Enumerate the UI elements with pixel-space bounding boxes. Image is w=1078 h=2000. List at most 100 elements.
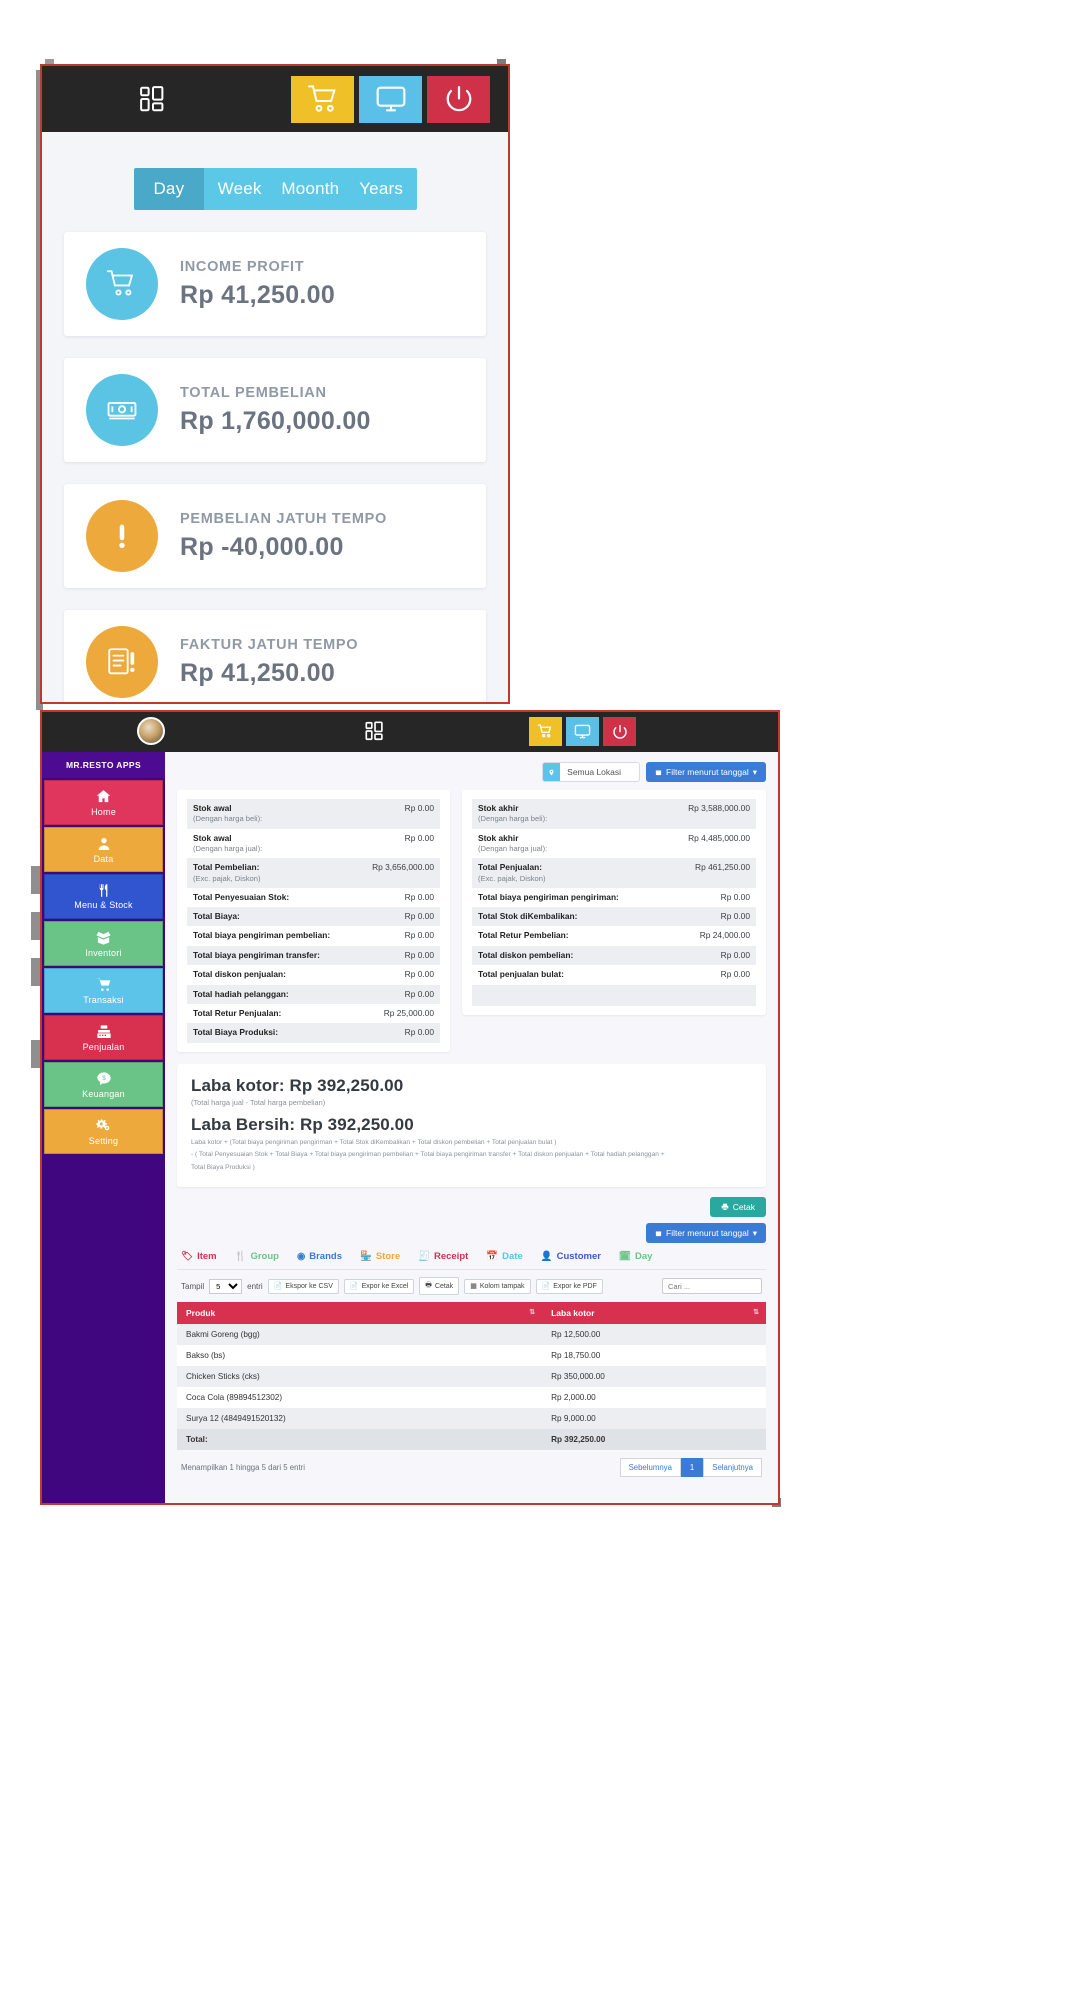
show-entries-label: Tampil (181, 1281, 205, 1291)
pagination-page-1[interactable]: 1 (680, 1458, 704, 1478)
table-row[interactable]: Chicken Sticks (cks) Rp 350,000.00 (177, 1366, 766, 1388)
shopping-cart-icon (86, 248, 158, 320)
tab-day[interactable]: 🗓 Day (619, 1251, 653, 1262)
sidebar-item-penjualan[interactable]: Penjualan (44, 1015, 163, 1060)
summary-row-value: Rp 0.00 (720, 891, 750, 902)
location-selector[interactable]: Semua Lokasi (542, 762, 641, 782)
segment-month[interactable]: Moonth (275, 168, 346, 210)
stat-card-income-profit[interactable]: INCOME PROFIT Rp 41,250.00 (64, 232, 486, 336)
table-row[interactable]: Surya 12 (4849491520132) Rp 9,000.00 (177, 1408, 766, 1430)
summary-row-empty (472, 984, 756, 1006)
display-button[interactable] (566, 717, 599, 746)
column-header-laba-kotor[interactable]: Laba kotor ⇅ (542, 1302, 766, 1325)
resize-handle-left-3[interactable] (31, 958, 40, 986)
power-button[interactable] (427, 75, 490, 123)
summary-row-value: Rp 3,588,000.00 (688, 803, 750, 813)
sidebar-item-inventori[interactable]: Inventori (44, 921, 163, 966)
search-input[interactable] (662, 1278, 762, 1295)
summary-row-sub: (Dengan harga beli): (193, 814, 263, 824)
display-button[interactable] (359, 75, 422, 123)
tab-label: Item (197, 1251, 217, 1263)
summary-row: Total Stok diKembalikan: Rp 0.00 (472, 907, 756, 927)
calendar-icon: 📅 (486, 1251, 499, 1263)
sidebar-item-home[interactable]: Home (44, 780, 163, 825)
tag-icon: 🏷 (181, 1251, 194, 1263)
summary-row-key: Total biaya pengiriman pengiriman: (478, 891, 619, 902)
sidebar-item-data[interactable]: Data (44, 827, 163, 872)
caret-down-icon: ▾ (752, 766, 757, 777)
segment-day[interactable]: Day (133, 168, 205, 210)
power-button[interactable] (603, 717, 636, 746)
export-excel-button[interactable]: 📄 Expor ke Excel (343, 1278, 415, 1294)
print-table-button[interactable]: 🖶 Cetak (419, 1277, 460, 1296)
segment-week[interactable]: Week (204, 168, 275, 210)
calendar-day-icon: 🗓 (618, 1251, 631, 1263)
tab-label: Store (375, 1251, 401, 1263)
summary-row-value: Rp 0.00 (404, 930, 434, 941)
summary-row-key: Total Retur Penjualan: (193, 1007, 282, 1018)
sidebar-item-menu-stock[interactable]: Menu & Stock (44, 874, 163, 919)
summary-row-sub: (Dengan harga jual): (193, 843, 263, 853)
sidebar-item-setting[interactable]: Setting (44, 1109, 163, 1154)
filter-by-date-button-2[interactable]: Filter menurut tanggal ▾ (646, 1223, 766, 1244)
summary-row: Total diskon penjualan: Rp 0.00 (187, 965, 440, 984)
sidebar-item-label: Setting (88, 1136, 119, 1146)
tab-item[interactable]: 🏷 Item (181, 1251, 217, 1262)
table-row[interactable]: Bakso (bs) Rp 18,750.00 (177, 1345, 766, 1367)
net-profit-formula-line-2: - ( Total Penyesuaian Stok + Total Biaya… (191, 1151, 665, 1159)
segment-years[interactable]: Years (345, 168, 417, 210)
column-visibility-button[interactable]: ▦ Kolom tampak (464, 1278, 531, 1294)
summary-row-key: Total Pembelian: (193, 862, 260, 873)
gears-icon (95, 1117, 112, 1134)
calendar-icon (655, 1230, 662, 1237)
filter-by-date-button[interactable]: Filter menurut tanggal ▾ (646, 762, 766, 782)
summary-panel-left: Stok awal (Dengan harga beli): Rp 0.00 St… (177, 790, 450, 1052)
summary-row-key: Total Biaya Produksi: (193, 1027, 279, 1038)
sidebar-item-transaksi[interactable]: Transaksi (44, 968, 163, 1013)
pagination-next[interactable]: Selanjutnya (703, 1458, 762, 1478)
pagination-prev[interactable]: Sebelumnya (619, 1458, 681, 1478)
app-main: MR.RESTO APPS Home Data Menu & Stock Inv… (42, 752, 778, 1503)
tab-label: Receipt (433, 1251, 469, 1263)
cart-button[interactable] (529, 717, 562, 746)
stat-card-total-pembelian[interactable]: TOTAL PEMBELIAN Rp 1,760,000.00 (64, 358, 486, 462)
stat-card-pembelian-jatuh-tempo[interactable]: PEMBELIAN JATUH TEMPO Rp -40,000.00 (64, 484, 486, 588)
tab-label: Day (634, 1251, 653, 1263)
cutlery-icon: 🍴 (234, 1251, 247, 1263)
tab-brands[interactable]: ◉ Brands (297, 1251, 342, 1262)
summary-row-key: Total Retur Pembelian: (478, 930, 569, 941)
sidebar-item-keuangan[interactable]: $ Keuangan (44, 1062, 163, 1107)
tab-store[interactable]: 🏪 Store (360, 1251, 400, 1262)
resize-handle-left-2[interactable] (31, 912, 40, 940)
resize-handle-left-4[interactable] (31, 1040, 40, 1068)
tab-label: Group (250, 1251, 279, 1263)
table-row[interactable]: Coca Cola (89894512302) Rp 2,000.00 (177, 1387, 766, 1409)
print-button-label: Cetak (732, 1202, 755, 1213)
tab-group[interactable]: 🍴 Group (235, 1251, 279, 1262)
entries-per-page-select[interactable]: 5 (209, 1278, 243, 1294)
tab-date[interactable]: 📅 Date (486, 1251, 522, 1262)
net-profit-formula-line-1: Laba kotor + (Total biaya pengiriman pen… (191, 1138, 557, 1146)
summary-row-value: Rp 0.00 (404, 969, 434, 980)
column-header-produk[interactable]: Produk ⇅ (177, 1302, 543, 1325)
sort-icon: ⇅ (529, 1309, 536, 1317)
export-csv-button[interactable]: 📄 Ekspor ke CSV (267, 1278, 339, 1294)
summary-row-value: Rp 3,656,000.00 (372, 862, 434, 873)
cart-button[interactable] (291, 75, 354, 123)
summary-row-key: Stok awal (193, 803, 232, 813)
summary-row: Total Pembelian: (Exc. pajak, Diskon) Rp … (187, 858, 440, 888)
grid-icon[interactable] (138, 84, 168, 114)
tab-receipt[interactable]: 🧾 Receipt (418, 1251, 468, 1262)
tab-customer[interactable]: 👤 Customer (541, 1251, 601, 1262)
stat-card-label: FAKTUR JATUH TEMPO (180, 636, 359, 653)
grid-icon[interactable] (364, 720, 386, 742)
export-pdf-button[interactable]: 📄 Expor ke PDF (535, 1278, 603, 1294)
resize-handle-left-1[interactable] (31, 866, 40, 894)
net-profit-formula-line-3: Total Biaya Produksi ) (191, 1164, 255, 1172)
table-row[interactable]: Bakmi Goreng (bgg) Rp 12,500.00 (177, 1324, 766, 1346)
user-avatar[interactable] (137, 717, 165, 745)
summary-row-value: Rp 24,000.00 (699, 930, 750, 941)
button-label: Cetak (434, 1282, 454, 1290)
stat-card-faktur-jatuh-tempo[interactable]: FAKTUR JATUH TEMPO Rp 41,250.00 (64, 610, 486, 702)
print-button[interactable]: Cetak (709, 1197, 766, 1218)
